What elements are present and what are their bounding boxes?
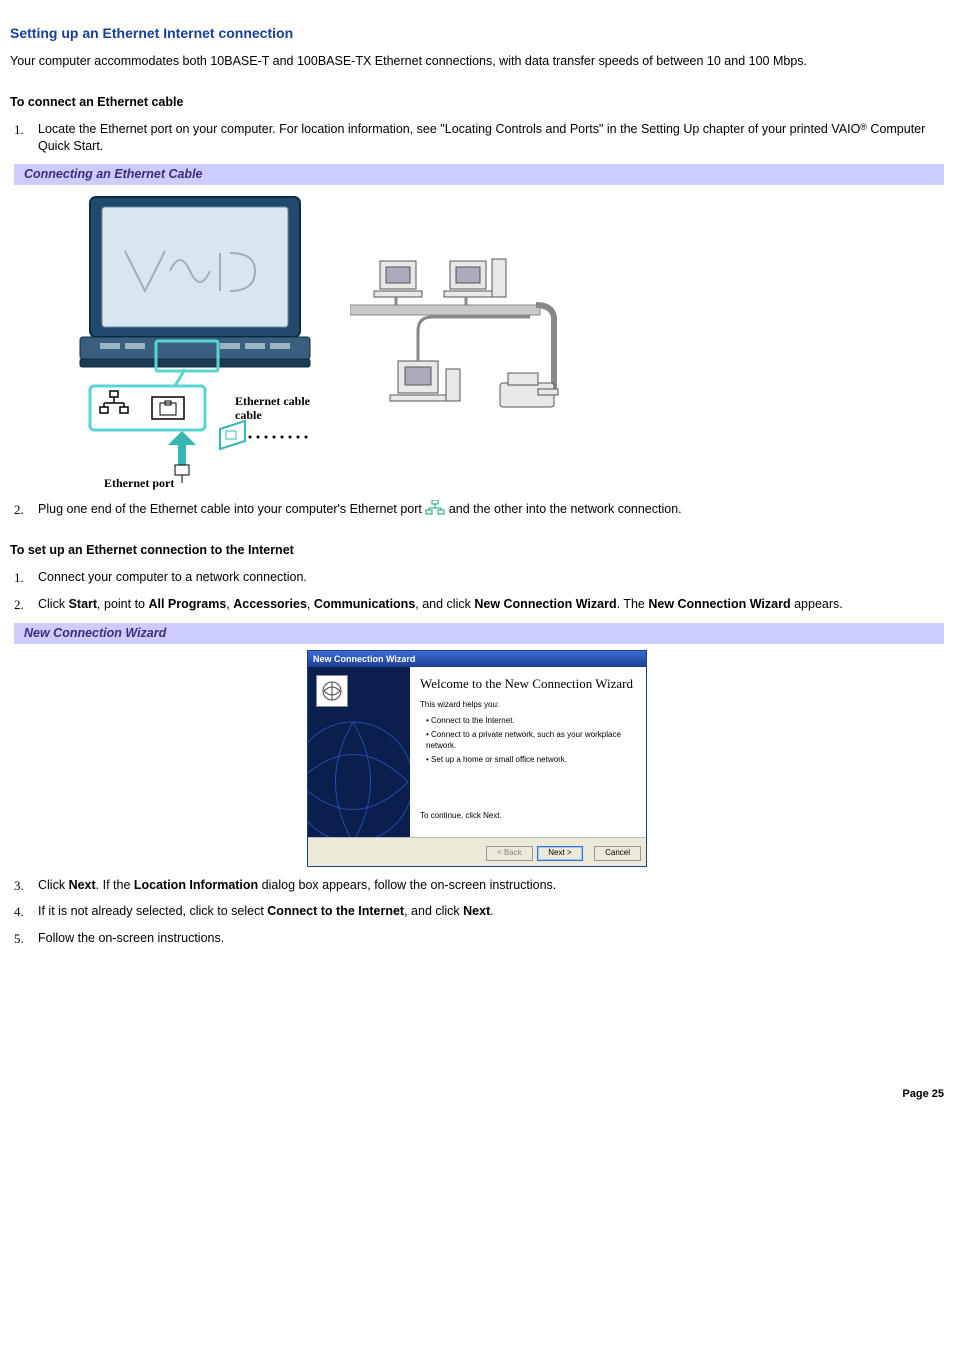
s1-step2: Plug one end of the Ethernet cable into …	[38, 501, 944, 518]
figure-new-connection-wizard: New Connection Wizard Welcome to the New…	[10, 650, 944, 867]
wizard-back-button: < Back	[486, 846, 533, 861]
s2-step1: Connect your computer to a network conne…	[38, 569, 944, 586]
laptop-illustration: Ethernet cable cable Ethernet port	[70, 191, 320, 491]
s1-step2-a: Plug one end of the Ethernet cable into …	[38, 502, 425, 516]
wizard-helps: This wizard helps you:	[420, 700, 636, 711]
network-diagram-illustration	[350, 251, 570, 471]
label-ethernet-cable: Ethernet cable	[235, 394, 311, 408]
wizard-cancel-button: Cancel	[594, 846, 641, 861]
figure-ethernet-cable: Ethernet cable cable Ethernet port	[70, 191, 944, 491]
s1-step1: Locate the Ethernet port on your compute…	[38, 121, 944, 155]
s2-step5: Follow the on-screen instructions.	[38, 930, 944, 947]
intro-paragraph: Your computer accommodates both 10BASE-T…	[10, 53, 944, 70]
svg-text:cable: cable	[235, 408, 262, 422]
s2-step4: If it is not already selected, click to …	[38, 903, 944, 920]
caption-bar-ethernet: Connecting an Ethernet Cable	[10, 164, 944, 185]
s1-step1-text-a: Locate the Ethernet port on your compute…	[38, 122, 860, 136]
section1-heading: To connect an Ethernet cable	[10, 94, 944, 111]
wizard-welcome: Welcome to the New Connection Wizard	[420, 675, 636, 693]
wizard-titlebar: New Connection Wizard	[308, 651, 646, 667]
page-number: Page 25	[10, 1087, 944, 1112]
caption-bar-wizard: New Connection Wizard	[10, 623, 944, 644]
s1-step2-b: and the other into the network connectio…	[449, 502, 682, 516]
s2-step3: Click Next. If the Location Information …	[38, 877, 944, 894]
ethernet-port-icon	[425, 500, 445, 516]
page-title: Setting up an Ethernet Internet connecti…	[10, 24, 944, 43]
section2-heading: To set up an Ethernet connection to the …	[10, 542, 944, 559]
registered-mark: ®	[860, 122, 867, 132]
s2-step2: Click Start, point to All Programs, Acce…	[38, 596, 944, 613]
wizard-continue: To continue, click Next.	[420, 811, 636, 822]
wizard-next-button: Next >	[537, 846, 582, 861]
label-ethernet-port: Ethernet port	[104, 476, 174, 490]
